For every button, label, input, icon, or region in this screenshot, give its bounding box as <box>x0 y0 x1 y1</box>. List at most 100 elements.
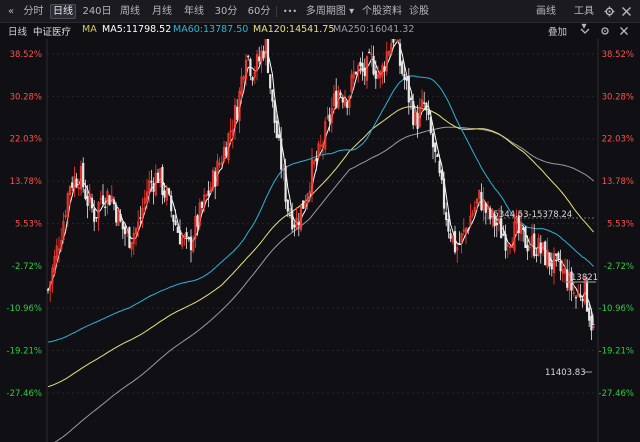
candle-body <box>315 158 318 162</box>
candle-body <box>423 102 426 104</box>
tab-240day[interactable]: 240日 <box>82 4 112 19</box>
overlay-button[interactable]: 叠加 <box>548 24 567 38</box>
candle-body <box>273 100 276 124</box>
candle-body <box>123 226 127 235</box>
candle-body <box>495 222 498 226</box>
toolbar-divider <box>276 6 277 17</box>
candle-body <box>438 160 441 174</box>
index-name: 中证医疗 <box>33 27 72 38</box>
candle-body <box>585 280 589 312</box>
candle-body <box>286 199 289 212</box>
candlestick-chart[interactable]: 38.52% 30.28% 22.03% 13.78% 5.53% -2.72% -10.9… <box>0 19 640 442</box>
candle-body <box>431 133 435 148</box>
candle-body <box>214 171 217 187</box>
candle-body <box>328 114 331 122</box>
candle-body <box>174 220 177 225</box>
more-icon[interactable]: ••• <box>280 4 300 19</box>
left-axis-tick-label: -2.72% <box>12 262 42 272</box>
left-axis-tick-label: -27.46% <box>7 389 42 399</box>
candle-body <box>526 244 529 252</box>
back-icon[interactable]: « <box>4 4 18 19</box>
candles <box>46 25 595 341</box>
low-annotation: 11403.83 <box>545 368 586 378</box>
right-axis-tick-label: 38.52% <box>602 50 634 60</box>
tab-30min[interactable]: 30分 <box>212 4 240 19</box>
candle-body <box>555 253 558 256</box>
candle-body <box>128 227 131 248</box>
ma250-value: MA250:16041.32 <box>333 24 415 35</box>
close-icon[interactable] <box>619 26 629 36</box>
period-label: 日线 <box>8 27 28 38</box>
candle-body <box>544 241 547 266</box>
last-close-marker: 1 <box>590 318 595 328</box>
candle-body <box>112 200 116 205</box>
candle-body <box>339 92 342 96</box>
candle-body <box>335 90 338 108</box>
collapse-icon[interactable] <box>580 26 590 36</box>
candle-body <box>163 190 166 198</box>
stock-info-button[interactable]: 个股资料 <box>361 4 403 19</box>
tab-weekly[interactable]: 周线 <box>117 4 143 19</box>
candle-body <box>429 116 432 134</box>
candle-body <box>84 189 87 199</box>
candle-body <box>115 204 118 223</box>
right-axis-tick-label: 22.03% <box>602 135 634 145</box>
candle-body <box>284 165 287 202</box>
candle-body <box>416 112 419 129</box>
tab-yearly[interactable]: 年线 <box>181 4 207 19</box>
candle-body <box>86 195 89 206</box>
candle-body <box>363 67 366 77</box>
candle-body <box>359 61 362 67</box>
tools-menu[interactable]: 工具 ▾ <box>571 4 597 32</box>
candle-body <box>383 66 386 72</box>
candle-body <box>566 269 569 288</box>
candle-body <box>403 73 406 80</box>
candle-body <box>453 231 457 253</box>
candle-body <box>236 106 239 120</box>
candle-body <box>293 224 296 228</box>
candle-body <box>579 294 582 298</box>
close-icon[interactable] <box>621 6 632 17</box>
right-axis-tick-label: 5.53% <box>607 220 634 230</box>
ma60-value: MA60:13787.50 <box>173 24 249 35</box>
chart-annotations: 19992.0015344.53-15378.2413821111403.83 <box>393 19 598 378</box>
left-axis-tick-label: 30.28% <box>10 92 42 102</box>
tab-60min[interactable]: 60分 <box>245 4 273 19</box>
gear-icon[interactable] <box>600 26 610 36</box>
candle-body <box>121 221 124 230</box>
candle-body <box>119 214 122 222</box>
left-axis-tick-label: -19.21% <box>7 347 42 357</box>
candle-body <box>392 38 395 43</box>
candle-body <box>189 236 193 251</box>
candle-body <box>559 260 562 272</box>
candle-body <box>93 208 96 222</box>
diagnose-button[interactable]: 诊股 <box>407 4 431 19</box>
draw-line-button[interactable]: 画线 <box>534 4 558 19</box>
tab-monthly[interactable]: 月线 <box>149 4 175 19</box>
ma-label[interactable]: MA <box>82 24 97 35</box>
left-axis-tick-label: 13.78% <box>10 177 42 187</box>
candle-body <box>409 97 413 101</box>
candle-body <box>46 289 50 291</box>
candle-body <box>401 61 404 74</box>
multi-period-menu[interactable]: 多周期图 ▾ <box>304 4 356 19</box>
left-axis-labels: 38.52% 30.28% 22.03% 13.78% 5.53% -2.72% -10.9… <box>7 50 42 399</box>
candle-body <box>269 74 272 89</box>
level-annotation: 13821 <box>571 273 598 283</box>
candle-body <box>445 212 448 221</box>
left-axis-tick-label: 5.53% <box>15 220 42 230</box>
candle-body <box>372 55 375 75</box>
candle-body <box>405 77 408 81</box>
candle-body <box>574 296 578 299</box>
candle-body <box>502 233 505 236</box>
candle-body <box>262 50 265 59</box>
candle-body <box>374 70 377 79</box>
tab-daily[interactable]: 日线 <box>50 4 76 19</box>
candle-body <box>427 110 430 115</box>
candle-body <box>167 188 171 194</box>
settings-icon[interactable] <box>604 6 615 17</box>
tab-intraday[interactable]: 分时 <box>21 4 46 19</box>
candle-body <box>156 172 160 184</box>
gap-annotation: 15344.53-15378.24 <box>488 210 572 220</box>
ma5-line <box>47 39 595 323</box>
